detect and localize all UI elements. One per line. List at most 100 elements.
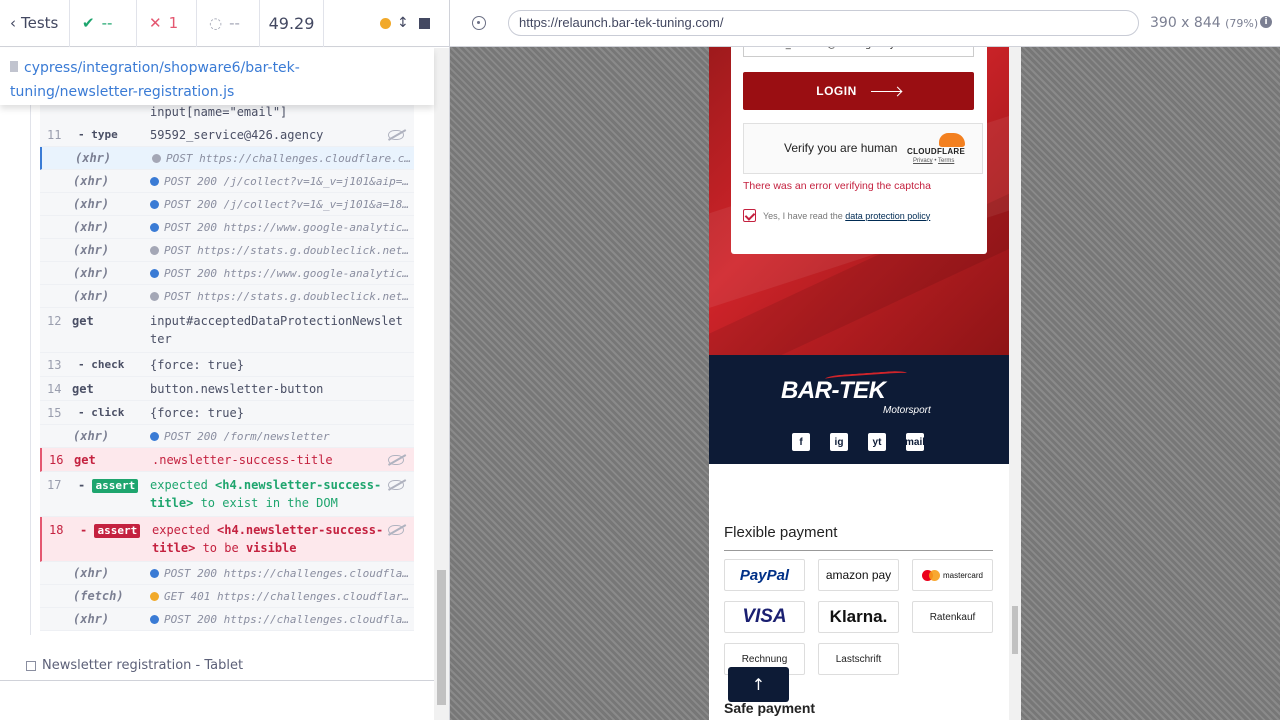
aut-iframe: 59592_service@426.agency LOGIN Verify yo…	[709, 47, 1009, 720]
auto-scroll-toggle[interactable]: ↕	[380, 15, 409, 31]
request-text: POST 200 /form/newsletter	[164, 429, 330, 443]
assert-keyword: visible	[245, 541, 297, 555]
social-links: f ig yt mail	[792, 433, 925, 451]
command-row-xhr[interactable]: (xhr) POST 200 https://www.google-analyti…	[40, 262, 414, 285]
command-message: .newsletter-success-title	[152, 452, 333, 467]
instagram-icon[interactable]: ig	[830, 433, 848, 451]
command-row-xhr[interactable]: (xhr) POST 200 /j/collect?v=1&_v=j101&a=1…	[40, 193, 414, 216]
cloudflare-wordmark: CLOUDFLARE	[907, 147, 966, 156]
viewport-info: 390 x 844 (79%)	[1150, 15, 1258, 31]
email-field[interactable]: 59592_service@426.agency	[743, 47, 974, 57]
payment-title: Flexible payment	[724, 524, 838, 541]
command-message: POST 200 https://www.google-analytics…	[150, 221, 414, 234]
command-message: GET 401 https://challenges.cloudflare…	[150, 590, 414, 603]
mastercard-logo: mastercard	[912, 559, 993, 591]
command-name: (xhr)	[73, 612, 110, 626]
command-name: (xhr)	[73, 566, 110, 580]
command-name: get	[72, 314, 94, 328]
privacy-checkbox[interactable]	[743, 209, 756, 222]
next-test-item[interactable]: Newsletter registration - Tablet	[26, 658, 243, 673]
command-name: - assert	[74, 521, 152, 557]
cf-terms-link[interactable]: Terms	[938, 158, 954, 164]
command-message: input#acceptedDataProtectionNewslet ter	[150, 312, 414, 348]
facebook-icon[interactable]: f	[792, 433, 810, 451]
command-message: POST 200 /j/collect?v=1&_v=j101&a=189…	[150, 198, 414, 211]
mail-icon[interactable]: mail	[905, 433, 925, 451]
command-name: (fetch)	[73, 589, 124, 603]
command-row[interactable]: 16 get .newsletter-success-title	[40, 448, 414, 472]
command-name: (xhr)	[73, 197, 110, 211]
status-dot-icon	[150, 199, 159, 209]
url-bar[interactable]: https://relaunch.bar-tek-tuning.com/	[508, 10, 1139, 36]
spec-path-link[interactable]: cypress/integration/shopware6/bar-tek-tu…	[10, 60, 300, 100]
command-message-line: ter	[150, 332, 172, 346]
privacy-link[interactable]: data protection policy	[845, 211, 930, 221]
info-icon[interactable]: i	[1260, 16, 1272, 28]
pending-count[interactable]: ◌ --	[197, 0, 260, 47]
command-row-xhr[interactable]: (xhr) POST 200 https://challenges.cloudfl…	[40, 562, 414, 585]
command-row[interactable]: 15 - click {force: true}	[40, 401, 414, 425]
command-row[interactable]: 11 - type 59592_service@426.agency	[40, 123, 414, 147]
status-dot-icon	[150, 222, 159, 232]
command-row-xhr[interactable]: (xhr) POST https://stats.g.doubleclick.ne…	[40, 239, 414, 262]
command-name: get	[74, 452, 96, 467]
command-name: - assert	[72, 476, 150, 512]
failed-count[interactable]: ✕ 1	[137, 0, 197, 47]
pending-circle-icon: ◌	[209, 14, 223, 32]
command-row-xhr[interactable]: (xhr) POST 200 /j/collect?v=1&_v=j101&aip…	[40, 170, 414, 193]
selector-playground-icon[interactable]	[472, 16, 486, 30]
brand-logo[interactable]: BAR-TEK	[781, 370, 908, 405]
status-dot-icon	[150, 431, 159, 441]
request-text: POST 200 /j/collect?v=1&_v=j101&a=189…	[164, 197, 414, 211]
brand-subtitle: Motorsport	[883, 405, 931, 416]
command-number: 18	[49, 523, 64, 537]
command-message: POST 200 https://www.google-analytics…	[150, 267, 414, 280]
command-row-continuation: input[name="email"]	[40, 105, 414, 123]
spec-file-path: cypress/integration/shopware6/bar-tek-tu…	[0, 48, 434, 105]
captcha-widget[interactable]: Verify you are human CLOUDFLARE Privacy …	[743, 123, 983, 174]
command-row[interactable]: 14 get button.newsletter-button	[40, 377, 414, 401]
request-text: POST 200 https://challenges.cloudflar…	[164, 612, 414, 626]
command-name: (xhr)	[73, 429, 110, 443]
assert-badge: assert	[94, 524, 141, 538]
command-row[interactable]: 13 - check {force: true}	[40, 353, 414, 377]
aut-scroll-thumb[interactable]	[1012, 606, 1018, 654]
reporter-header: ‹ Tests ✔ -- ✕ 1 ◌ -- 49.29 ↕	[0, 0, 449, 47]
login-button[interactable]: LOGIN	[743, 72, 974, 110]
command-row-xhr[interactable]: (xhr) POST https://stats.g.doubleclick.ne…	[40, 285, 414, 308]
request-text: POST 200 https://www.google-analytics…	[164, 266, 414, 280]
stop-icon[interactable]	[419, 17, 430, 29]
ratenkauf-logo: Ratenkauf	[912, 601, 993, 633]
command-name: (xhr)	[73, 174, 110, 188]
request-text: POST https://stats.g.doubleclick.net/…	[164, 289, 414, 303]
cf-privacy-link[interactable]: Privacy	[913, 158, 933, 164]
command-row-xhr[interactable]: (xhr) POST 200 https://www.google-analyti…	[40, 216, 414, 239]
passed-value: --	[101, 14, 113, 32]
youtube-icon[interactable]: yt	[868, 433, 886, 451]
reporter-scroll-thumb[interactable]	[437, 570, 446, 705]
visa-logo: VISA	[724, 601, 805, 633]
captcha-error: There was an error verifying the captcha	[743, 180, 931, 192]
command-row-xhr[interactable]: (xhr) POST 200 /form/newsletter	[40, 425, 414, 448]
viewport-scale: (79%)	[1225, 17, 1259, 30]
cloud-icon	[939, 133, 965, 147]
scroll-to-top-button[interactable]: ↑	[728, 667, 789, 702]
command-name: (xhr)	[73, 289, 110, 303]
privacy-text: Yes, I have read the data protection pol…	[763, 211, 930, 221]
passed-count[interactable]: ✔ --	[70, 0, 137, 47]
cypress-reporter: ‹ Tests ✔ -- ✕ 1 ◌ -- 49.29 ↕ cypress/in…	[0, 0, 450, 720]
assert-row[interactable]: 17 - assert expected <h4.newsletter-succes…	[40, 472, 414, 517]
eye-hidden-icon	[388, 480, 404, 490]
command-name: - check	[78, 358, 125, 371]
command-number: 17	[47, 478, 62, 492]
command-message: {force: true}	[150, 405, 244, 420]
command-row[interactable]: 12 get input#acceptedDataProtectionNewslet…	[40, 308, 414, 353]
command-row-xhr[interactable]: (xhr) POST 200 https://challenges.cloudfl…	[40, 608, 414, 631]
command-row-xhr[interactable]: (xhr) POST https://challenges.cloudflare.…	[40, 147, 414, 170]
assert-row[interactable]: 18 - assert expected <h4.newsletter-succes…	[40, 517, 414, 562]
command-row-xhr[interactable]: (fetch) GET 401 https://challenges.cloudf…	[40, 585, 414, 608]
command-message: POST 200 /form/newsletter	[150, 430, 414, 443]
tests-button[interactable]: ‹ Tests	[0, 0, 70, 47]
brand-name: BAR-TEK	[781, 377, 886, 404]
command-message: 59592_service@426.agency	[150, 127, 324, 142]
